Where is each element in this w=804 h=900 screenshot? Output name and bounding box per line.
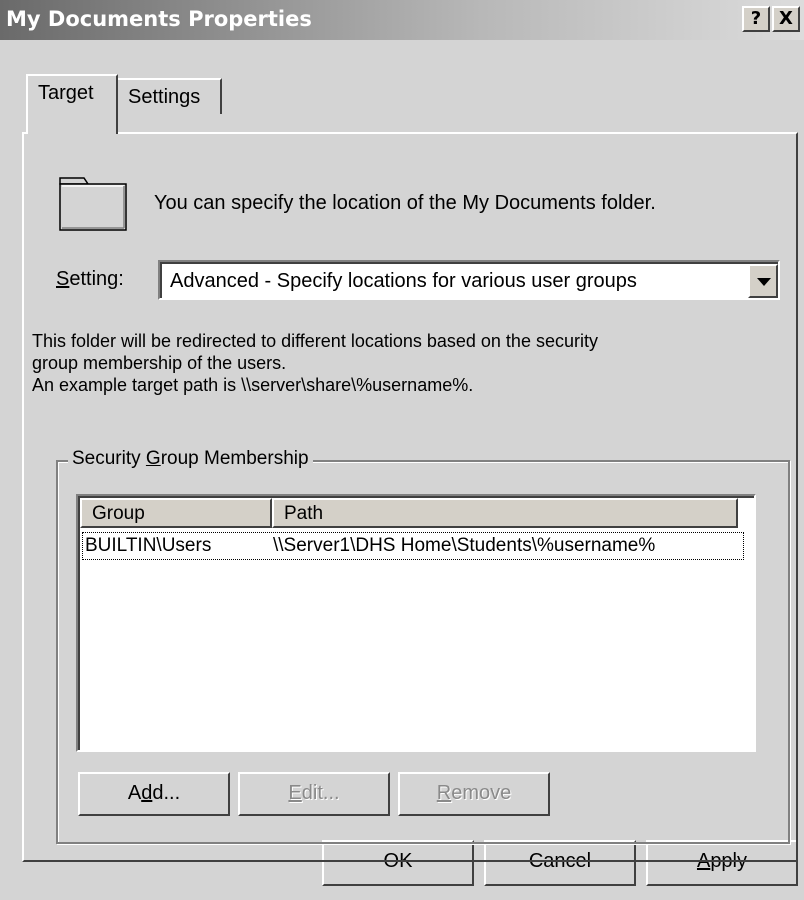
chevron-down-icon [757, 278, 771, 286]
edit-button-accel: E [288, 782, 302, 804]
column-header-path-label: Path [284, 503, 324, 524]
group-path-list[interactable]: Group Path BUILTIN\Users \\Server1\DHS H… [76, 494, 756, 752]
list-item-group: BUILTIN\Users [85, 535, 212, 556]
groupbox-label-post: roup Membership [160, 448, 309, 469]
setting-dropdown-value: Advanced - Specify locations for various… [170, 270, 637, 292]
dropdown-arrow-button[interactable] [748, 264, 778, 298]
help-button[interactable]: ? [742, 6, 770, 32]
setting-label-accel: S [56, 268, 70, 290]
list-item-path: \\Server1\DHS Home\Students\%username% [273, 535, 656, 556]
remove-button-post: emove [451, 782, 512, 804]
description-line-1: This folder will be redirected to differ… [32, 331, 598, 351]
close-button[interactable]: X [772, 6, 800, 32]
edit-button-post: dit... [301, 782, 340, 804]
column-header-path[interactable]: Path [272, 498, 738, 528]
target-tab-panel: You can specify the location of the My D… [22, 132, 798, 862]
setting-label-rest: etting: [69, 268, 124, 290]
groupbox-label-pre: Security [72, 448, 146, 469]
window-title: My Documents Properties [6, 7, 312, 31]
redirect-description: This folder will be redirected to differ… [32, 330, 792, 396]
add-button-pre: A [127, 782, 142, 804]
tab-settings[interactable]: Settings [118, 78, 222, 114]
add-button[interactable]: Add... [78, 772, 230, 816]
edit-button[interactable]: Edit... [238, 772, 390, 816]
description-line-3: An example target path is \\server\share… [32, 375, 474, 395]
add-button-post: d... [152, 782, 181, 804]
group-path-list-body: Group Path BUILTIN\Users \\Server1\DHS H… [78, 496, 754, 750]
intro-text: You can specify the location of the My D… [154, 192, 656, 214]
tab-settings-label: Settings [128, 86, 201, 108]
setting-dropdown-field: Advanced - Specify locations for various… [160, 262, 778, 298]
remove-button-accel: R [436, 782, 452, 804]
tab-target[interactable]: Target [26, 74, 118, 134]
list-item[interactable]: BUILTIN\Users \\Server1\DHS Home\Student… [82, 532, 744, 560]
setting-dropdown[interactable]: Advanced - Specify locations for various… [158, 260, 780, 300]
security-group-membership-groupbox: Security Group Membership Group Path BUI… [56, 448, 790, 844]
groupbox-label: Security Group Membership [68, 448, 313, 470]
column-header-group-label: Group [92, 503, 145, 524]
add-button-accel: d [141, 782, 153, 804]
description-line-2: group membership of the users. [32, 353, 287, 373]
setting-label: Setting: [56, 268, 124, 291]
dialog-body: Target Settings You can specify the loca… [0, 40, 804, 900]
column-header-group[interactable]: Group [80, 498, 272, 528]
remove-button[interactable]: Remove [398, 772, 550, 816]
tab-target-label: Target [38, 82, 94, 104]
groupbox-label-accel: G [145, 448, 161, 469]
title-bar: My Documents Properties ? X [0, 0, 804, 40]
folder-icon [59, 177, 127, 231]
